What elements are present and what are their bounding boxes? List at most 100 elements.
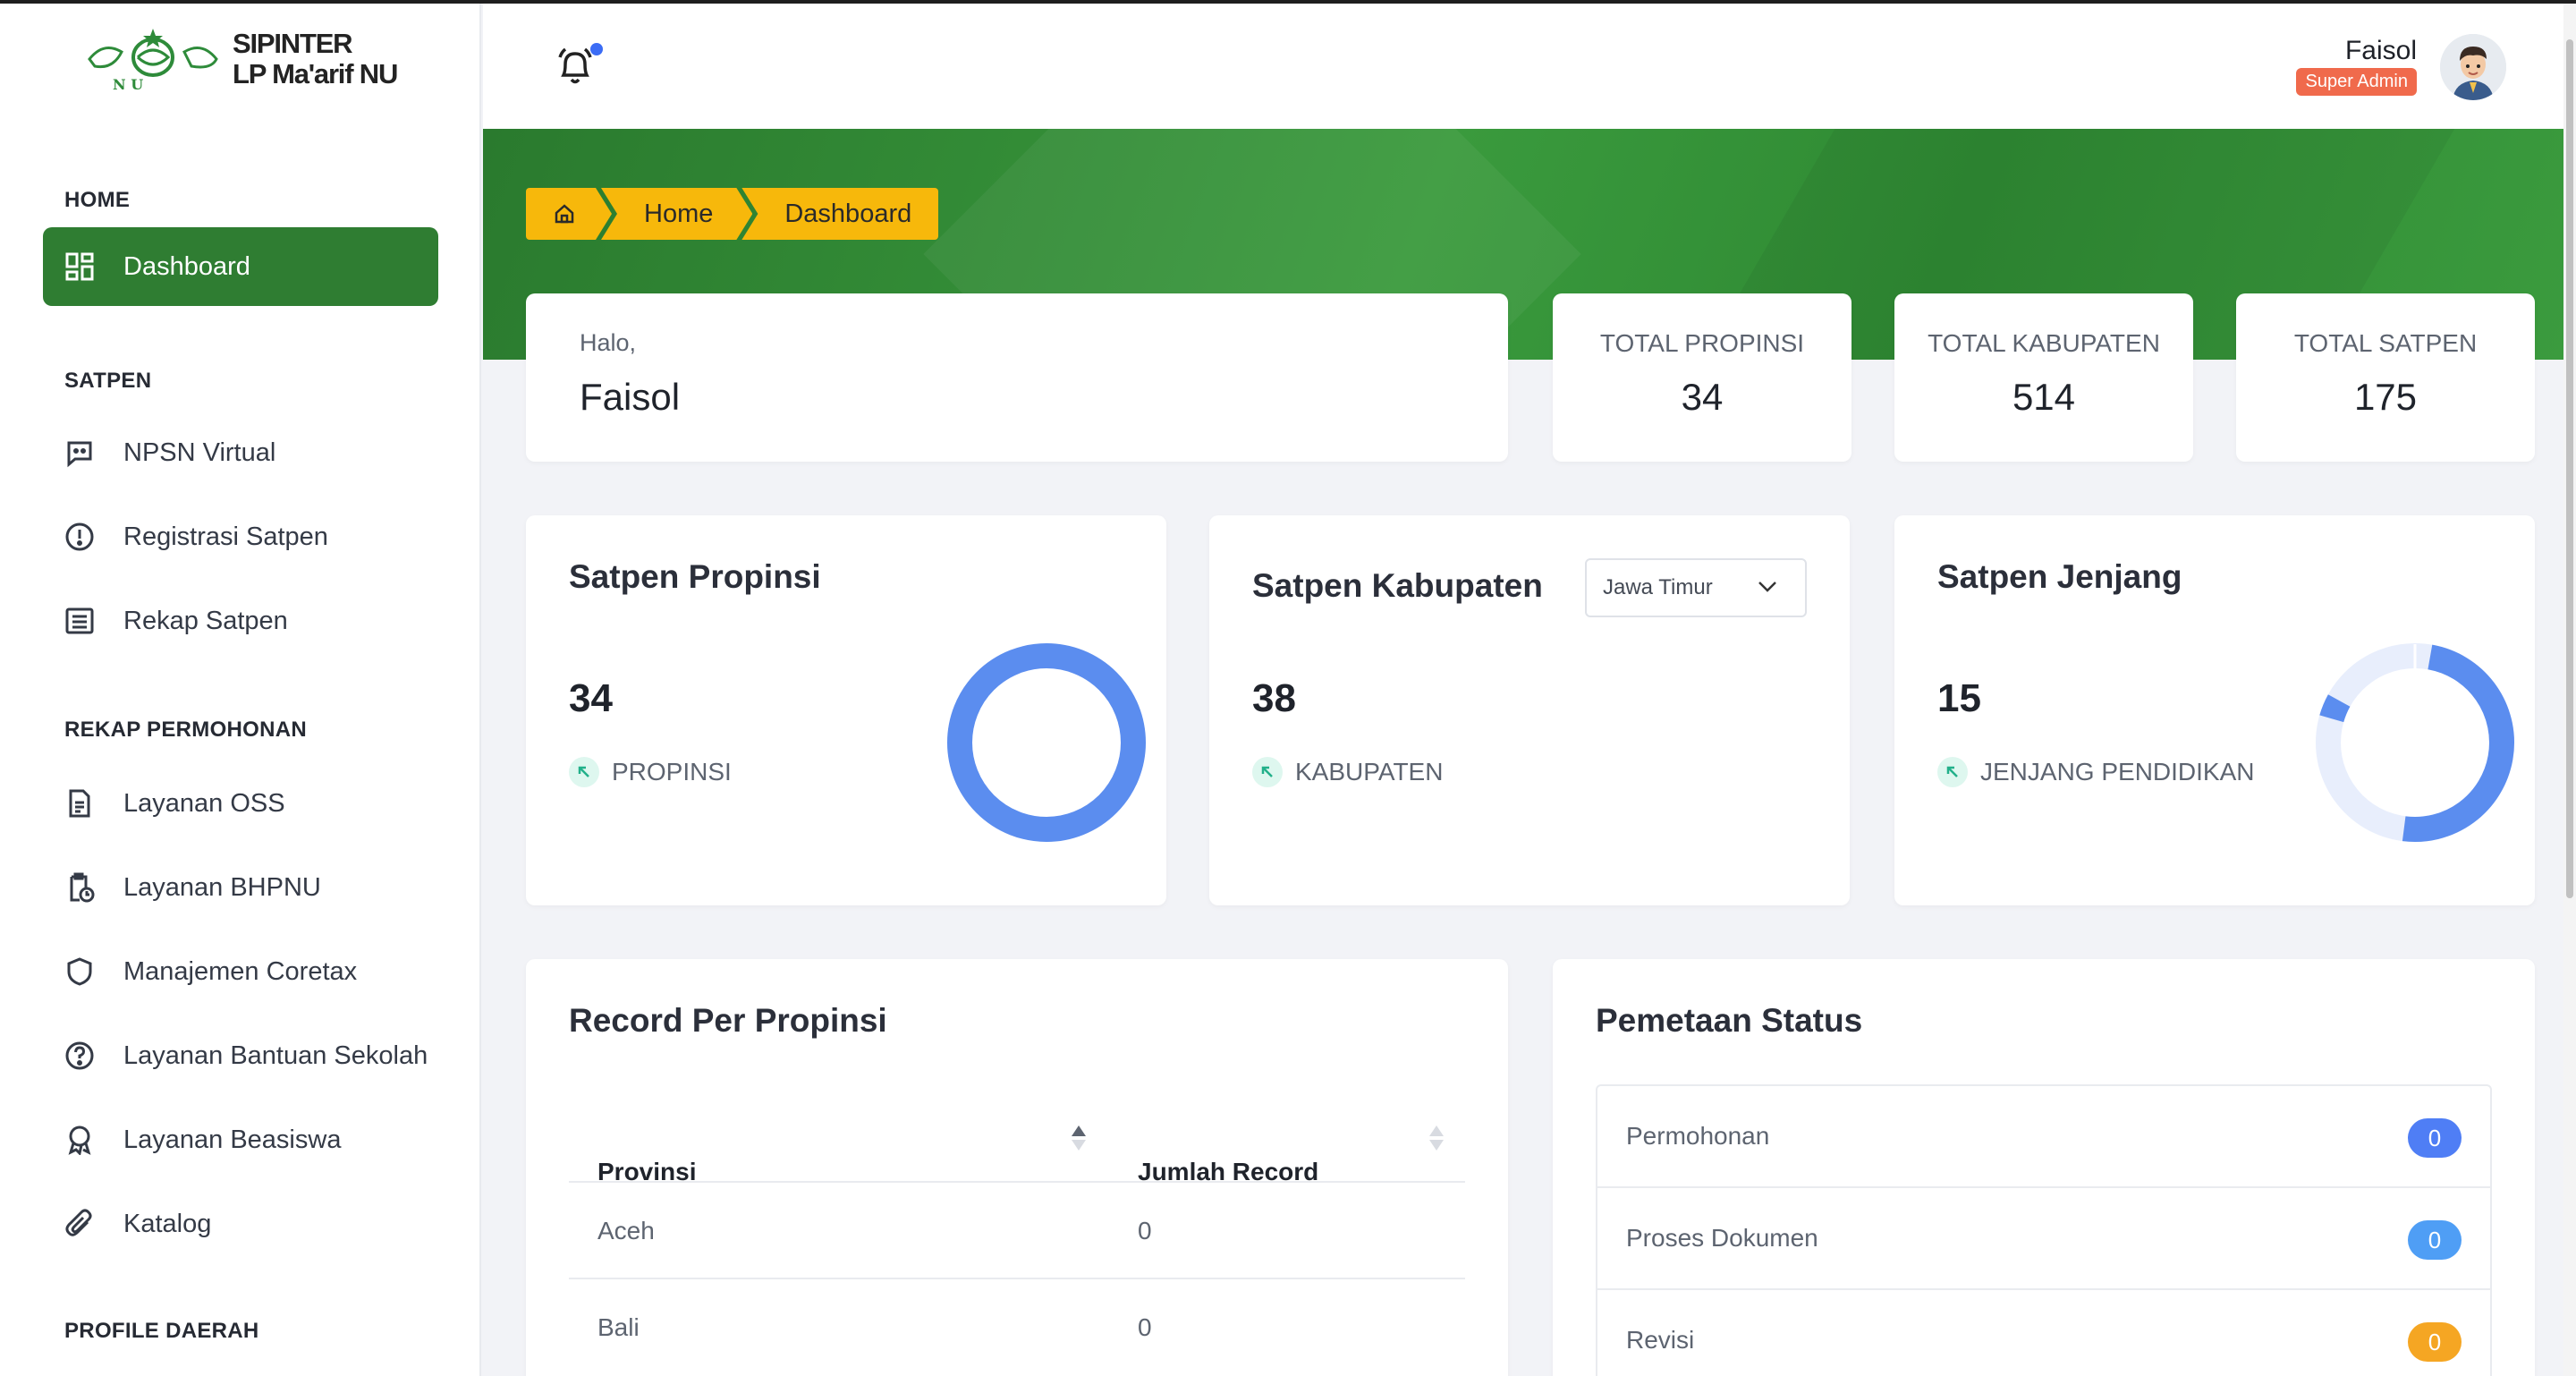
message-icon [63,436,97,470]
clipboard-clock-icon [63,871,97,905]
table-cell-jumlah: 0 [1138,1313,1152,1341]
sidebar-item-label: Layanan OSS [123,788,285,818]
widget-satpen-propinsi: Satpen Propinsi 34 PROPINSI [526,515,1166,905]
widget-subtitle-text: JENJANG PENDIDIKAN [1980,758,2255,786]
greeting-label: Halo, [580,329,637,356]
greeting-name: Faisol [580,376,681,418]
sort-asc-icon[interactable] [1070,1122,1088,1154]
top-header: Faisol Super Admin [483,4,2576,129]
card-title: Record Per Propinsi [569,1002,887,1039]
dashboard-icon [63,250,97,284]
sidebar-item-rekap-satpen[interactable]: Rekap Satpen [43,582,438,660]
sidebar-item-katalog[interactable]: Katalog [43,1185,438,1263]
status-row-permohonan[interactable]: Permohonan 0 [1597,1086,2490,1188]
breadcrumb: Home Dashboard [526,188,939,240]
section-home: HOME [64,188,131,212]
help-circle-icon [63,1039,97,1073]
table-cell-jumlah: 0 [1138,1217,1152,1244]
province-select-value: Jawa Timur [1603,575,1713,599]
page-scrollbar[interactable] [2563,4,2576,1376]
user-name[interactable]: Faisol [2345,36,2417,66]
notification-dot [590,43,603,55]
widget-satpen-jenjang: Satpen Jenjang 15 JENJANG PENDIDIKAN [1894,515,2535,905]
table-cell-provinsi: Bali [597,1313,640,1341]
table-divider [569,1278,1465,1279]
stat-value: 34 [1681,376,1724,418]
sidebar-item-label: NPSN Virtual [123,437,276,467]
section-satpen: SATPEN [64,369,152,393]
status-count-badge: 0 [2408,1118,2462,1158]
chevron-down-icon [1758,582,1776,592]
card-title: Pemetaan Status [1596,1002,1863,1039]
shield-icon [63,955,97,989]
sidebar-item-label: Manajemen Coretax [123,956,358,986]
record-per-propinsi-card: Record Per Propinsi Provinsi Jumlah Reco… [526,959,1508,1376]
breadcrumb-home[interactable] [526,188,612,240]
award-icon [63,1123,97,1157]
sidebar-item-layanan-bhpnu[interactable]: Layanan BHPNU [43,848,438,927]
sidebar-item-npsn-virtual[interactable]: NPSN Virtual [43,413,438,492]
bell-icon[interactable] [555,45,596,89]
brand-logo[interactable]: N U SIPINTER LP Ma'arif NU [86,25,398,93]
sidebar-item-label: Dashboard [123,251,250,281]
sidebar-item-label: Katalog [123,1209,212,1238]
sidebar-item-label: Rekap Satpen [123,606,288,635]
home-icon [553,202,576,225]
province-select[interactable]: Jawa Timur [1585,558,1807,617]
greeting-card: Halo, Faisol [526,293,1508,462]
widget-value: 34 [569,676,613,720]
sort-icon[interactable] [1428,1122,1445,1154]
breadcrumb-item-dashboard[interactable]: Dashboard [741,188,939,240]
stat-value: 514 [2012,376,2076,418]
section-profile-daerah: PROFILE DAERAH [64,1319,259,1343]
stat-value: 175 [2353,376,2418,418]
status-label: Permohonan [1626,1122,1770,1150]
scrollbar-thumb[interactable] [2566,39,2573,898]
sidebar-item-layanan-beasiswa[interactable]: Layanan Beasiswa [43,1100,438,1179]
sidebar-item-layanan-bantuan-sekolah[interactable]: Layanan Bantuan Sekolah [43,1016,438,1095]
paperclip-icon [63,1207,97,1241]
stat-card-total-propinsi: TOTAL PROPINSI 34 [1553,293,1852,462]
donut-chart-propinsi[interactable] [946,642,1147,843]
column-header-jumlah-record[interactable]: Jumlah Record [1138,1134,1318,1210]
alert-circle-icon [63,520,97,554]
brand-name: SIPINTER LP Ma'arif NU [233,28,398,89]
sidebar-item-registrasi-satpen[interactable]: Registrasi Satpen [43,497,438,576]
section-rekap-permohonan: REKAP PERMOHONAN [64,718,308,742]
widget-value: 38 [1252,676,1296,720]
status-row-proses-dokumen[interactable]: Proses Dokumen 0 [1597,1188,2490,1290]
list-icon [63,604,97,638]
sidebar-item-layanan-oss[interactable]: Layanan OSS [43,764,438,843]
donut-chart-jenjang[interactable] [2315,642,2515,843]
widget-title: Satpen Kabupaten [1252,567,1543,604]
sidebar-item-label: Layanan Beasiswa [123,1125,342,1154]
sidebar-item-manajemen-coretax[interactable]: Manajemen Coretax [43,932,438,1011]
logo-letters: N U [113,76,143,93]
arrow-up-left-icon [1937,757,1968,787]
status-count-badge: 0 [2408,1322,2462,1362]
widget-title: Satpen Propinsi [569,558,821,595]
brand-line-2: LP Ma'arif NU [233,58,398,89]
breadcrumb-item-home[interactable]: Home [601,188,752,240]
widget-satpen-kabupaten: Satpen Kabupaten Jawa Timur 38 KABUPATEN [1209,515,1850,905]
status-label: Revisi [1626,1326,1695,1354]
stat-card-total-satpen: TOTAL SATPEN 175 [2236,293,2535,462]
widget-subtitle: PROPINSI [569,757,732,787]
status-count-badge: 0 [2408,1220,2462,1260]
brand-line-1: SIPINTER [233,28,353,59]
status-label: Proses Dokumen [1626,1224,1818,1252]
status-row-revisi[interactable]: Revisi 0 [1597,1290,2490,1376]
sidebar-item-label: Layanan BHPNU [123,872,321,902]
sidebar-item-dashboard[interactable]: Dashboard [43,227,438,306]
sidebar-item-label: Registrasi Satpen [123,522,328,551]
file-icon [63,786,97,820]
avatar[interactable] [2440,34,2506,100]
widget-subtitle: KABUPATEN [1252,757,1443,787]
column-header-provinsi[interactable]: Provinsi [597,1134,696,1210]
nu-emblem-icon: N U [88,29,218,93]
widget-value: 15 [1937,676,1981,720]
arrow-up-left-icon [1252,757,1283,787]
widget-subtitle: JENJANG PENDIDIKAN [1937,757,2255,787]
widget-title: Satpen Jenjang [1937,558,2182,595]
sidebar-item-label: Layanan Bantuan Sekolah [123,1040,428,1070]
